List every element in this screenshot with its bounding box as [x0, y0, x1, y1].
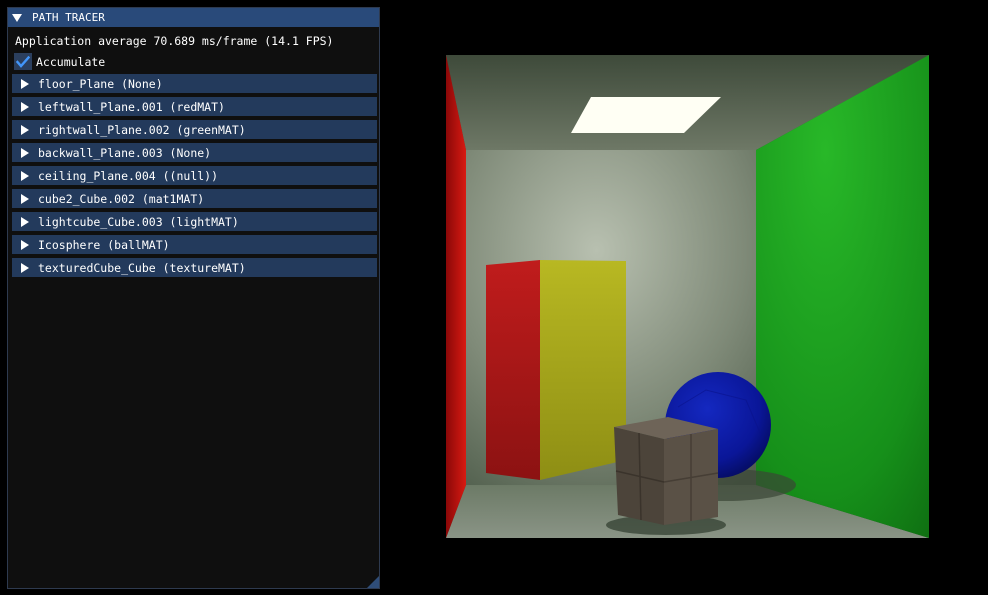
tree-node-label: backwall_Plane.003 (None) [38, 145, 212, 160]
path-tracer-panel[interactable]: PATH TRACER Application average 70.689 m… [7, 7, 380, 589]
tree-node-label: lightcube_Cube.003 (lightMAT) [38, 214, 239, 229]
tree-node-label: floor_Plane (None) [38, 76, 163, 91]
checkmark-icon [16, 55, 30, 68]
triangle-right-icon [21, 147, 29, 158]
tree-node-label: cube2_Cube.002 (mat1MAT) [38, 191, 205, 206]
tree-node-rightwall[interactable]: rightwall_Plane.002 (greenMAT) [12, 120, 377, 139]
tree-node-cube2[interactable]: cube2_Cube.002 (mat1MAT) [12, 189, 377, 208]
fps-stats-text: Application average 70.689 ms/frame (14.… [15, 34, 334, 48]
tree-node-label: leftwall_Plane.001 (redMAT) [38, 99, 225, 114]
resize-grip[interactable] [367, 576, 379, 588]
tree-node-label: texturedCube_Cube (textureMAT) [38, 260, 246, 275]
triangle-right-icon [21, 216, 29, 227]
triangle-down-icon[interactable] [12, 13, 22, 22]
tree-node-texturedcube[interactable]: texturedCube_Cube (textureMAT) [12, 258, 377, 277]
tree-node-leftwall[interactable]: leftwall_Plane.001 (redMAT) [12, 97, 377, 116]
panel-title-bar[interactable]: PATH TRACER [8, 8, 379, 27]
tree-node-label: ceiling_Plane.004 ((null)) [38, 168, 219, 183]
triangle-right-icon [21, 101, 29, 112]
cornell-box-render [446, 55, 929, 538]
tall-box-side [486, 260, 540, 480]
triangle-right-icon [21, 239, 29, 250]
tree-node-label: rightwall_Plane.002 (greenMAT) [38, 122, 246, 137]
tree-node-floor[interactable]: floor_Plane (None) [12, 74, 377, 93]
accumulate-checkbox[interactable] [14, 53, 32, 70]
tree-node-label: Icosphere (ballMAT) [38, 237, 170, 252]
triangle-right-icon [21, 193, 29, 204]
accumulate-label: Accumulate [36, 54, 106, 69]
tree-node-lightcube[interactable]: lightcube_Cube.003 (lightMAT) [12, 212, 377, 231]
triangle-right-icon [21, 262, 29, 273]
tree-node-ceiling[interactable]: ceiling_Plane.004 ((null)) [12, 166, 377, 185]
tree-node-backwall[interactable]: backwall_Plane.003 (None) [12, 143, 377, 162]
render-viewport [446, 55, 929, 538]
tree-node-icosphere[interactable]: Icosphere (ballMAT) [12, 235, 377, 254]
app-root: PATH TRACER Application average 70.689 m… [0, 0, 988, 595]
scene-object-tree: floor_Plane (None) leftwall_Plane.001 (r… [12, 74, 377, 281]
accumulate-checkbox-row[interactable]: Accumulate [14, 53, 105, 70]
panel-title: PATH TRACER [32, 11, 105, 24]
tall-box-front [540, 260, 626, 480]
triangle-right-icon [21, 124, 29, 135]
triangle-right-icon [21, 78, 29, 89]
triangle-right-icon [21, 170, 29, 181]
